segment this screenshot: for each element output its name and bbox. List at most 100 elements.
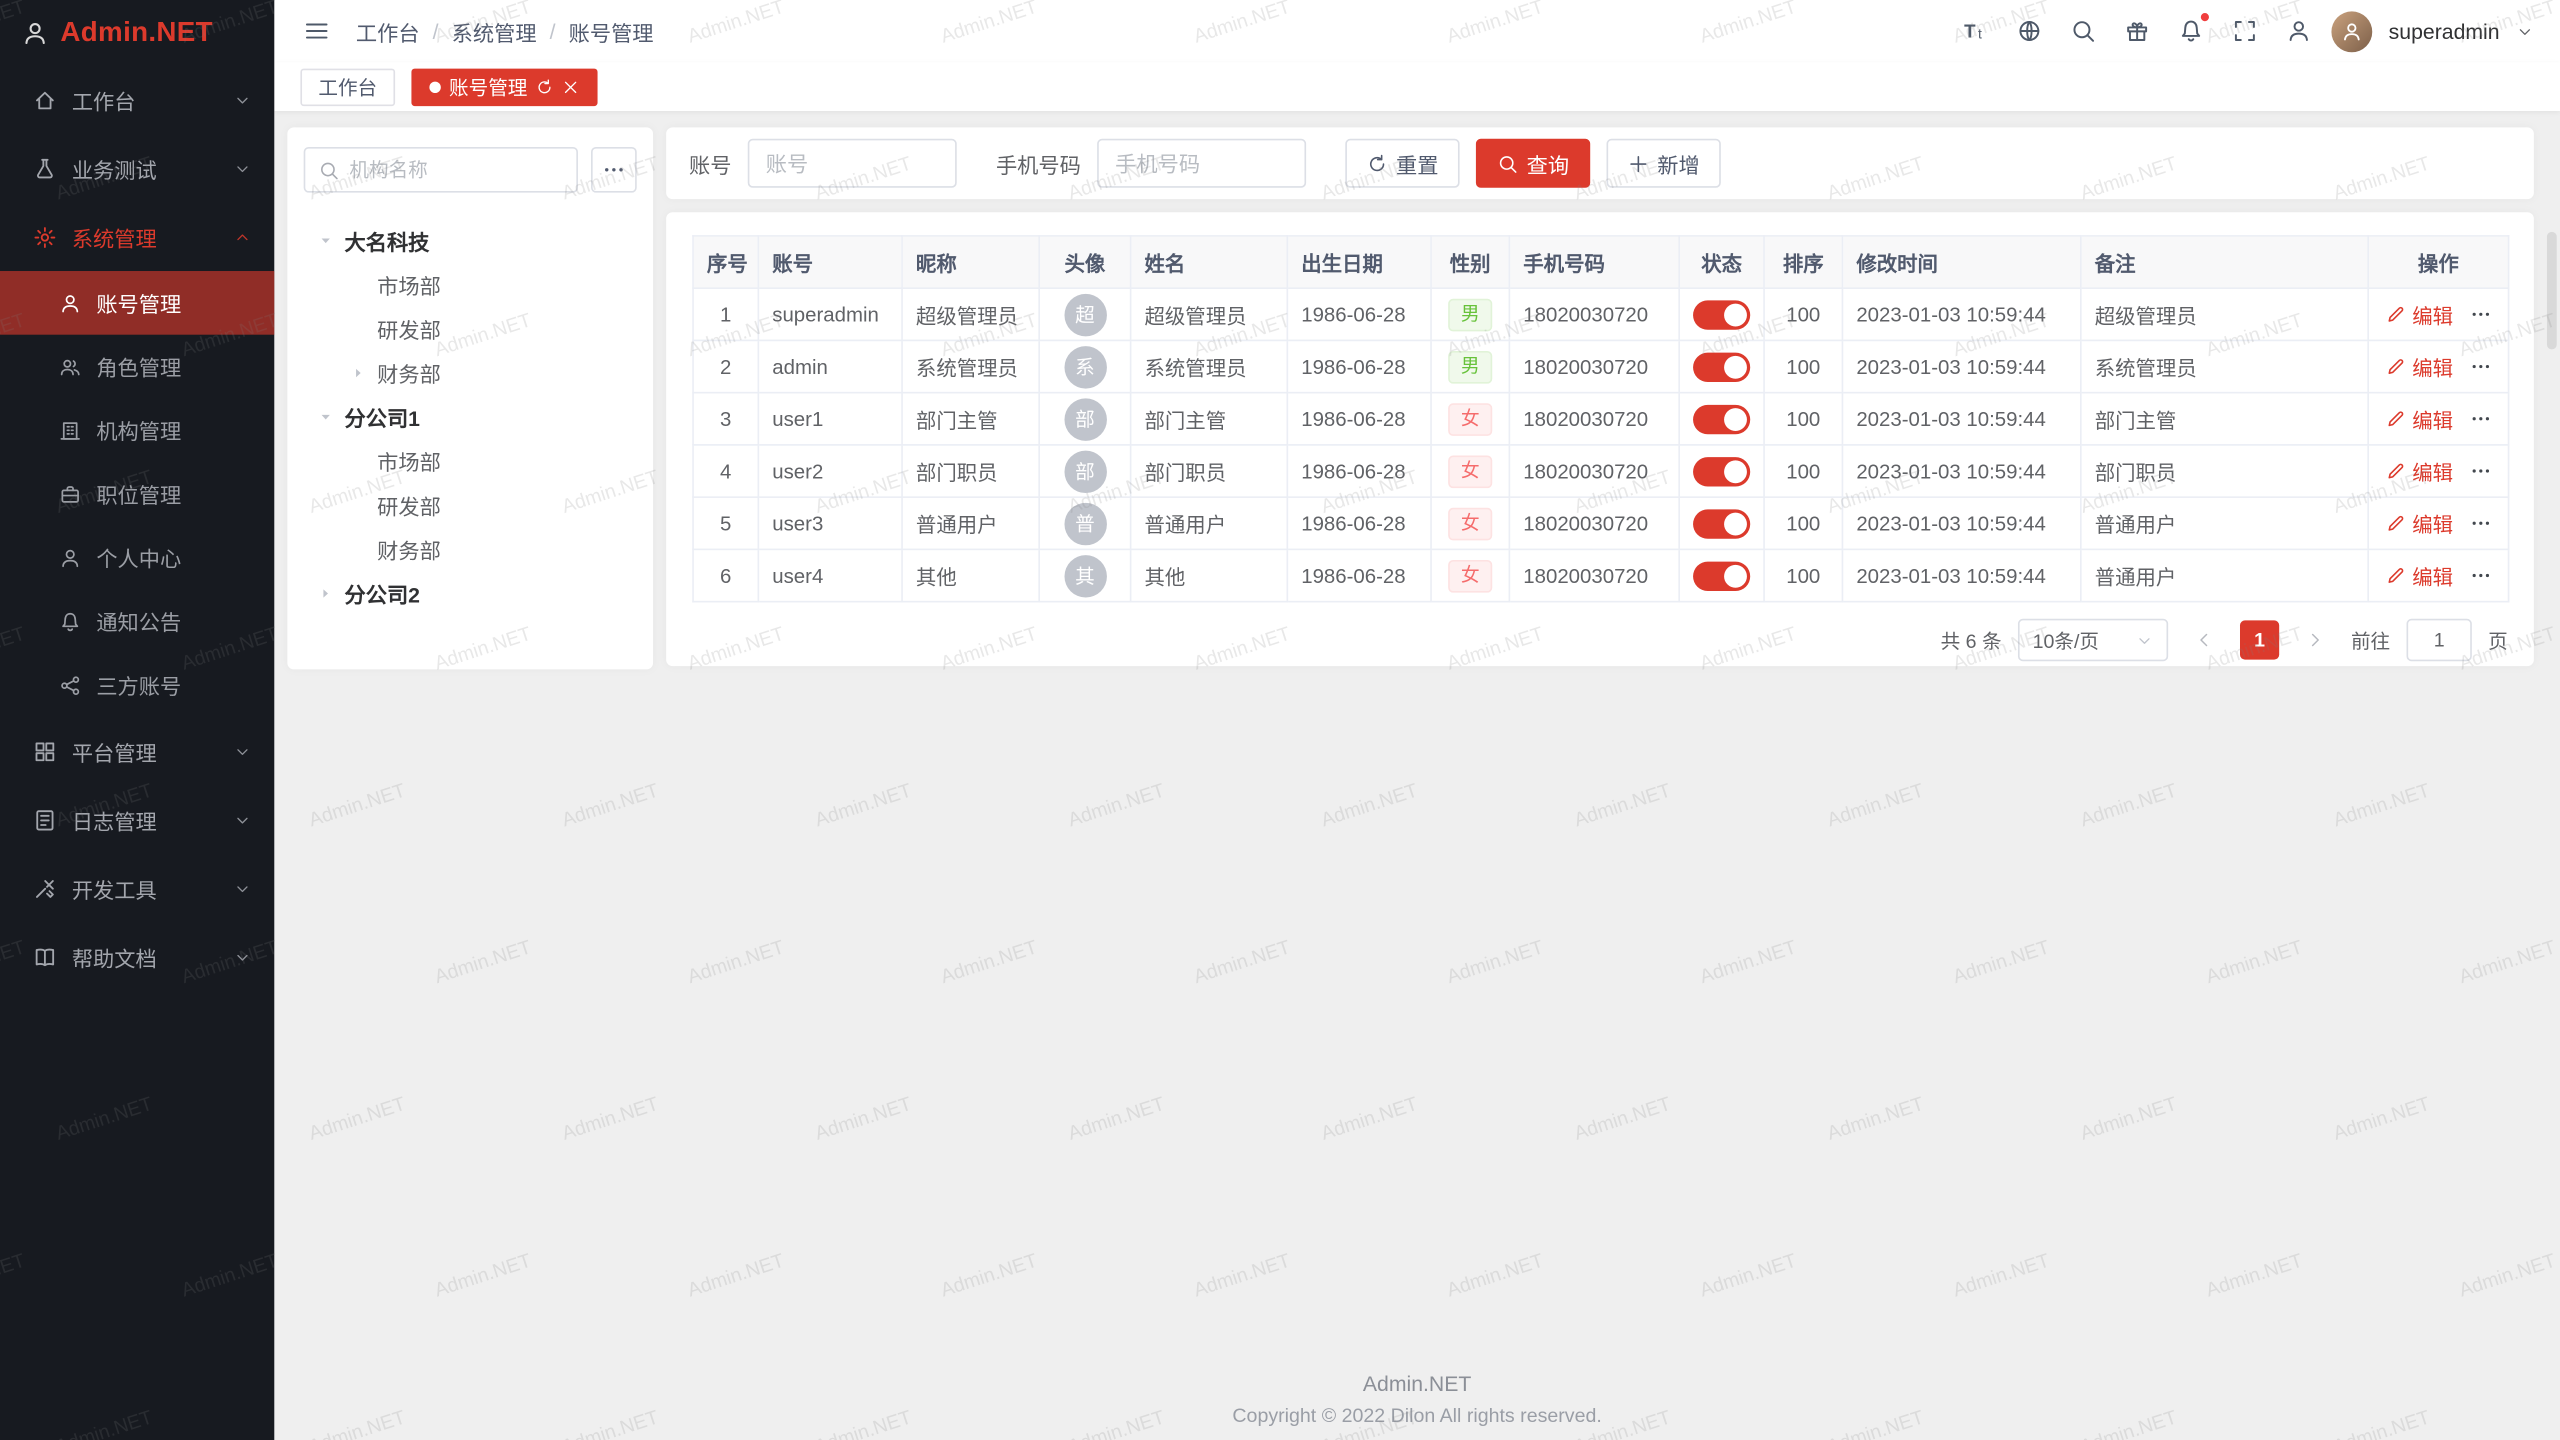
notification-icon[interactable] <box>2175 15 2208 48</box>
tab-workbench[interactable]: 工作台 <box>300 68 395 106</box>
tree-node[interactable]: 研发部 <box>304 307 637 351</box>
cell-action: 编辑 <box>2368 288 2508 340</box>
status-toggle[interactable] <box>1693 352 1750 381</box>
table-row: 6user4其他其其他1986-06-28女180200307201002023… <box>693 549 2509 601</box>
row-more-button[interactable] <box>2469 513 2490 534</box>
tree-node[interactable]: 市场部 <box>304 439 637 483</box>
sidebar-item-role-mgmt[interactable]: 角色管理 <box>0 335 274 399</box>
edit-button[interactable]: 编辑 <box>2386 508 2453 539</box>
sidebar-item-platform-mgmt[interactable]: 平台管理 <box>0 717 274 786</box>
tools-icon <box>33 876 57 900</box>
org-search-input[interactable] <box>349 158 563 181</box>
cell-account: user4 <box>758 549 902 601</box>
main-area: 工作台/系统管理/账号管理 Tt superadmin 工作台账号管理 <box>274 0 2560 1440</box>
cell-remark: 普通用户 <box>2081 549 2368 601</box>
footer-copyright: Copyright © 2022 Dilon All rights reserv… <box>274 1404 2560 1427</box>
globe-icon[interactable] <box>2013 15 2046 48</box>
pagination: 共 6 条 10条/页 1 前往 页 <box>692 602 2508 677</box>
tabs-bar: 工作台账号管理 <box>274 62 2560 111</box>
sidebar-item-help-docs[interactable]: 帮助文档 <box>0 922 274 991</box>
chevron-down-icon <box>233 91 251 109</box>
breadcrumb-item[interactable]: 工作台 <box>356 16 420 47</box>
app-root: Admin.NET 工作台业务测试系统管理账号管理角色管理机构管理职位管理个人中… <box>0 0 2560 1440</box>
edit-button[interactable]: 编辑 <box>2386 560 2453 591</box>
refresh-icon[interactable] <box>536 78 554 96</box>
status-toggle[interactable] <box>1693 561 1750 590</box>
tree-caret-icon[interactable] <box>346 361 370 385</box>
sidebar-item-system-mgmt[interactable]: 系统管理 <box>0 202 274 271</box>
profile-icon[interactable] <box>2283 15 2316 48</box>
row-more-button[interactable] <box>2469 408 2490 429</box>
tree-node[interactable]: 财务部 <box>304 527 637 571</box>
tree-node[interactable]: 市场部 <box>304 263 637 307</box>
username[interactable]: superadmin <box>2389 19 2500 43</box>
tree-node[interactable]: 分公司2 <box>304 571 637 615</box>
breadcrumb-item[interactable]: 账号管理 <box>569 16 654 47</box>
status-toggle[interactable] <box>1693 509 1750 538</box>
tree-node[interactable]: 财务部 <box>304 351 637 395</box>
add-button[interactable]: 新增 <box>1607 139 1721 188</box>
search-icon[interactable] <box>2067 15 2100 48</box>
breadcrumb-item[interactable]: 系统管理 <box>452 16 537 47</box>
cell-name: 系统管理员 <box>1131 340 1288 392</box>
sidebar-item-business-test[interactable]: 业务测试 <box>0 134 274 203</box>
goto-page-input[interactable] <box>2407 619 2472 661</box>
close-icon[interactable] <box>562 78 580 96</box>
sidebar-item-notice[interactable]: 通知公告 <box>0 589 274 653</box>
sidebar-item-org-mgmt[interactable]: 机构管理 <box>0 398 274 462</box>
font-size-icon[interactable]: Tt <box>1959 15 1992 48</box>
tree-node[interactable]: 研发部 <box>304 483 637 527</box>
column-header: 性别 <box>1431 236 1509 288</box>
reset-button[interactable]: 重置 <box>1345 139 1459 188</box>
sidebar-item-account-mgmt[interactable]: 账号管理 <box>0 271 274 335</box>
theme-icon[interactable] <box>2121 15 2154 48</box>
edit-button[interactable]: 编辑 <box>2386 403 2453 434</box>
row-more-button[interactable] <box>2469 304 2490 325</box>
search-button[interactable]: 查询 <box>1476 139 1590 188</box>
edit-button[interactable]: 编辑 <box>2386 351 2453 382</box>
bell-icon <box>59 610 82 633</box>
tree-caret-icon[interactable] <box>313 405 337 429</box>
tree-node[interactable]: 分公司1 <box>304 395 637 439</box>
sidebar-item-dev-tools[interactable]: 开发工具 <box>0 854 274 923</box>
scrollbar-thumb[interactable] <box>2547 232 2557 350</box>
page-size-select[interactable]: 10条/页 <box>2018 619 2168 661</box>
chevron-down-icon <box>2516 22 2534 40</box>
sidebar-item-log-mgmt[interactable]: 日志管理 <box>0 785 274 854</box>
row-more-button[interactable] <box>2469 460 2490 481</box>
status-toggle[interactable] <box>1693 404 1750 433</box>
status-toggle[interactable] <box>1693 456 1750 485</box>
edit-button[interactable]: 编辑 <box>2386 299 2453 330</box>
sidebar-item-position-mgmt[interactable]: 职位管理 <box>0 462 274 526</box>
sidebar-item-third-party-account[interactable]: 三方账号 <box>0 653 274 717</box>
row-more-button[interactable] <box>2469 565 2490 586</box>
phone-input[interactable] <box>1097 139 1306 188</box>
tree-caret-icon[interactable] <box>313 229 337 253</box>
cell-account: admin <box>758 340 902 392</box>
tree-caret-icon[interactable] <box>313 581 337 605</box>
hamburger-icon[interactable] <box>300 15 333 48</box>
org-tree: 大名科技市场部研发部财务部分公司1市场部研发部财务部分公司2 <box>304 219 637 616</box>
org-more-button[interactable] <box>591 147 637 193</box>
row-more-button[interactable] <box>2469 356 2490 377</box>
fullscreen-icon[interactable] <box>2229 15 2262 48</box>
tree-node[interactable]: 大名科技 <box>304 219 637 263</box>
tab-account-mgmt[interactable]: 账号管理 <box>411 68 597 106</box>
book-icon <box>33 944 57 968</box>
next-page-button[interactable] <box>2295 620 2334 659</box>
user-avatar: 超 <box>1064 293 1106 335</box>
sidebar-item-personal-center[interactable]: 个人中心 <box>0 526 274 590</box>
sidebar-item-workbench[interactable]: 工作台 <box>0 65 274 134</box>
status-toggle[interactable] <box>1693 300 1750 329</box>
account-input[interactable] <box>748 139 957 188</box>
cell-remark: 部门主管 <box>2081 393 2368 445</box>
cell-phone: 18020030720 <box>1509 288 1679 340</box>
edit-button[interactable]: 编辑 <box>2386 456 2453 487</box>
logo[interactable]: Admin.NET <box>0 0 274 65</box>
cell-account: superadmin <box>758 288 902 340</box>
cell-no: 6 <box>693 549 758 601</box>
page-number[interactable]: 1 <box>2240 620 2279 659</box>
phone-label: 手机号码 <box>996 148 1081 179</box>
avatar[interactable] <box>2332 11 2373 52</box>
prev-page-button[interactable] <box>2184 620 2223 659</box>
